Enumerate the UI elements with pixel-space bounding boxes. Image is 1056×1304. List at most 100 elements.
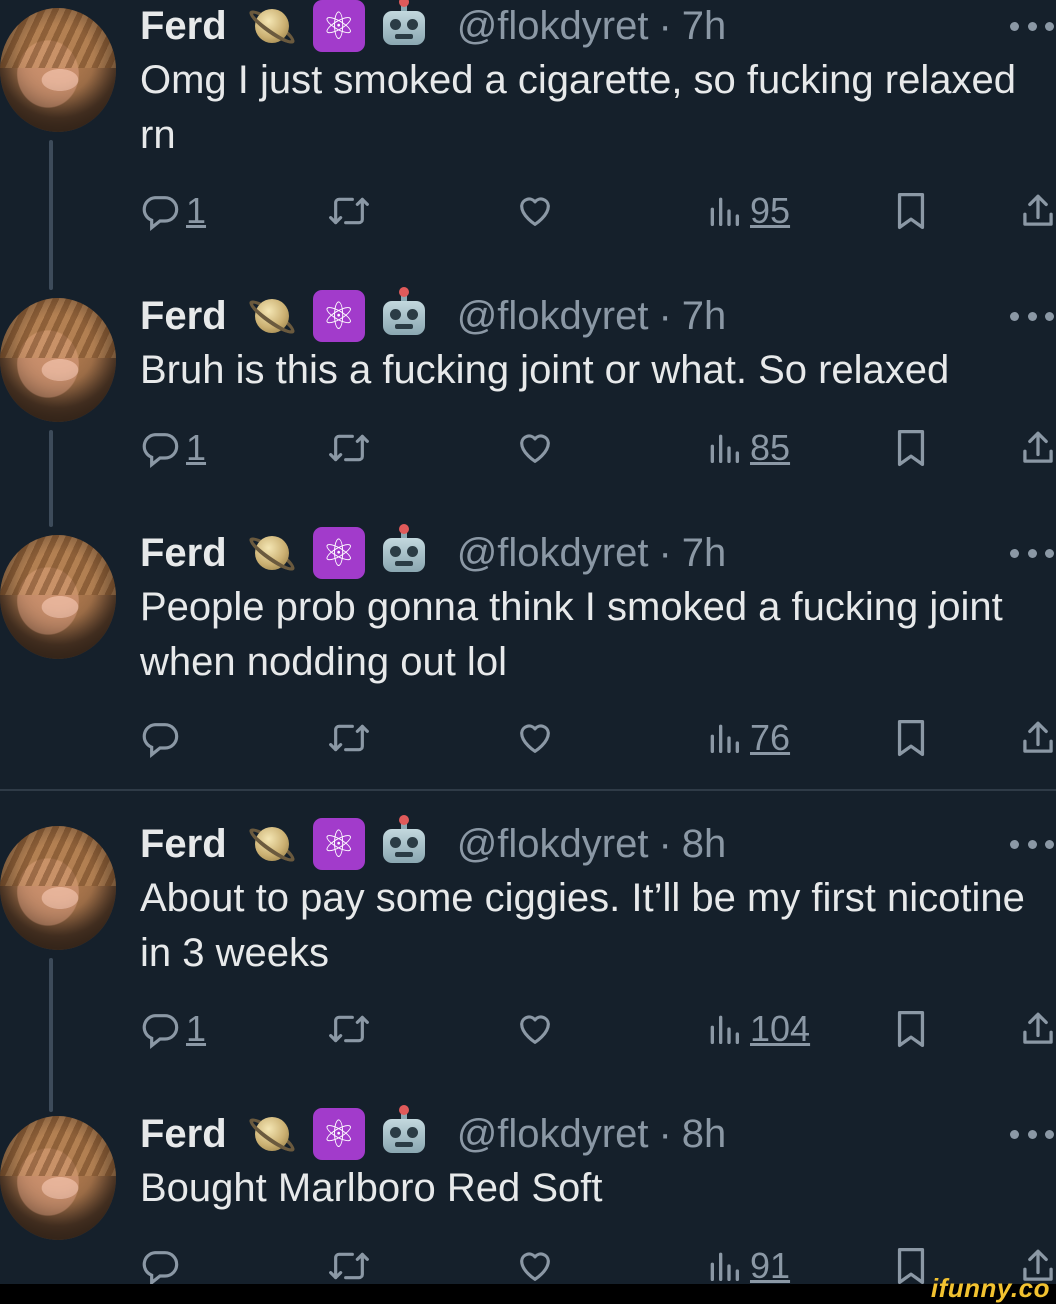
watermark-bar: ifunny.co — [0, 1273, 1056, 1304]
like-button[interactable] — [515, 1007, 555, 1051]
avatar[interactable] — [0, 298, 116, 422]
like-button[interactable] — [515, 716, 555, 760]
avatar[interactable] — [0, 535, 116, 659]
share-button[interactable] — [1020, 189, 1056, 233]
views-button[interactable]: 76 — [704, 716, 790, 760]
action-bar: 1 95 — [0, 189, 1056, 233]
user-handle[interactable]: @flokdyret — [457, 822, 649, 867]
avatar[interactable] — [0, 8, 116, 132]
separator: · — [658, 1111, 672, 1156]
robot-icon — [381, 0, 427, 47]
user-handle[interactable]: @flokdyret — [457, 1112, 649, 1157]
retweet-button[interactable] — [327, 1007, 371, 1051]
heart-icon — [520, 434, 550, 463]
atom-symbol-icon: ⚛ — [312, 527, 365, 579]
separator: · — [658, 293, 672, 338]
analytics-icon — [710, 434, 739, 463]
user-handle[interactable]: @flokdyret — [457, 531, 649, 576]
retweet-button[interactable] — [327, 189, 371, 233]
robot-icon — [381, 287, 427, 337]
analytics-icon — [710, 197, 739, 226]
heart-icon — [520, 724, 550, 753]
share-button[interactable] — [1020, 716, 1056, 760]
ringed-planet-icon — [245, 3, 299, 49]
reply-button[interactable] — [140, 716, 186, 760]
more-options-icon[interactable] — [1010, 1108, 1054, 1160]
tweet-header: Ferd ⚛ @flokdyret · 7h — [140, 0, 726, 52]
share-icon — [1023, 194, 1053, 226]
more-options-icon[interactable] — [1010, 527, 1054, 579]
view-count: 85 — [750, 427, 791, 468]
reply-button[interactable]: 1 — [140, 1007, 206, 1051]
bookmark-button[interactable] — [893, 1007, 929, 1051]
reply-button[interactable]: 1 — [140, 426, 206, 470]
bookmark-button[interactable] — [893, 1244, 929, 1288]
bookmark-button[interactable] — [893, 426, 929, 470]
retweet-icon — [329, 1252, 369, 1280]
timestamp[interactable]: 8h — [682, 1112, 727, 1157]
action-bar: 76 — [0, 716, 1056, 760]
user-handle[interactable]: @flokdyret — [457, 4, 649, 49]
tweet[interactable]: Ferd ⚛ @flokdyret · 7h People prob gonna… — [0, 524, 1056, 789]
bookmark-icon — [897, 430, 925, 466]
views-button[interactable]: 95 — [704, 189, 790, 233]
display-name[interactable]: Ferd — [140, 1112, 227, 1157]
robot-icon — [381, 1105, 427, 1155]
views-button[interactable]: 91 — [704, 1244, 790, 1288]
reply-button[interactable] — [140, 1244, 186, 1288]
view-count: 91 — [750, 1245, 791, 1286]
retweet-icon — [329, 724, 369, 752]
reply-icon — [142, 1251, 179, 1286]
display-name[interactable]: Ferd — [140, 294, 227, 339]
user-handle[interactable]: @flokdyret — [457, 294, 649, 339]
views-button[interactable]: 85 — [704, 426, 790, 470]
display-name[interactable]: Ferd — [140, 531, 227, 576]
bookmark-button[interactable] — [893, 189, 929, 233]
robot-icon — [381, 815, 427, 865]
share-button[interactable] — [1020, 1007, 1056, 1051]
ringed-planet-icon — [245, 530, 299, 576]
bookmark-button[interactable] — [893, 716, 929, 760]
display-name[interactable]: Ferd — [140, 4, 227, 49]
views-button[interactable]: 104 — [704, 1007, 810, 1051]
atom-symbol-icon: ⚛ — [312, 290, 365, 342]
tweet[interactable]: Ferd ⚛ @flokdyret · 8h Bought Marlboro R… — [0, 1105, 1056, 1286]
tweet[interactable]: Ferd ⚛ @flokdyret · 7h Omg I just smoked… — [0, 0, 1056, 290]
analytics-icon — [710, 1252, 739, 1281]
tweet-text: People prob gonna think I smoked a fucki… — [140, 585, 1003, 684]
more-options-icon[interactable] — [1010, 290, 1054, 342]
like-button[interactable] — [515, 1244, 555, 1288]
tweet[interactable]: Ferd ⚛ @flokdyret · 8h About to pay some… — [0, 815, 1056, 1112]
timestamp[interactable]: 8h — [682, 822, 727, 867]
like-button[interactable] — [515, 189, 555, 233]
retweet-button[interactable] — [327, 716, 371, 760]
atom-symbol-icon: ⚛ — [312, 0, 365, 52]
avatar[interactable] — [0, 826, 116, 950]
reply-icon — [142, 433, 179, 468]
avatar[interactable] — [0, 1116, 116, 1240]
share-button[interactable] — [1020, 426, 1056, 470]
like-button[interactable] — [515, 426, 555, 470]
tweet-header: Ferd ⚛ @flokdyret · 8h — [140, 815, 727, 870]
more-options-icon[interactable] — [1010, 0, 1054, 52]
retweet-button[interactable] — [327, 426, 371, 470]
tweet-text: Omg I just smoked a cigarette, so fuckin… — [140, 58, 1016, 157]
tweet-header: Ferd ⚛ @flokdyret · 7h — [140, 287, 727, 342]
timestamp[interactable]: 7h — [682, 294, 727, 339]
timestamp[interactable]: 7h — [682, 4, 727, 49]
timestamp[interactable]: 7h — [682, 531, 727, 576]
reply-count: 1 — [186, 427, 207, 468]
separator: · — [658, 3, 672, 48]
retweet-icon — [329, 197, 369, 225]
ifunny-watermark: ifunny.co — [930, 1273, 1050, 1303]
more-options-icon[interactable] — [1010, 818, 1054, 870]
retweet-button[interactable] — [327, 1244, 371, 1288]
retweet-icon — [329, 1015, 369, 1043]
reply-button[interactable]: 1 — [140, 189, 206, 233]
action-bar: 91 — [0, 1244, 1056, 1288]
view-count: 95 — [750, 190, 791, 231]
share-icon — [1023, 1012, 1053, 1044]
tweet[interactable]: Ferd ⚛ @flokdyret · 7h Bruh is this a fu… — [0, 287, 1056, 527]
display-name[interactable]: Ferd — [140, 822, 227, 867]
view-count: 76 — [750, 717, 791, 758]
